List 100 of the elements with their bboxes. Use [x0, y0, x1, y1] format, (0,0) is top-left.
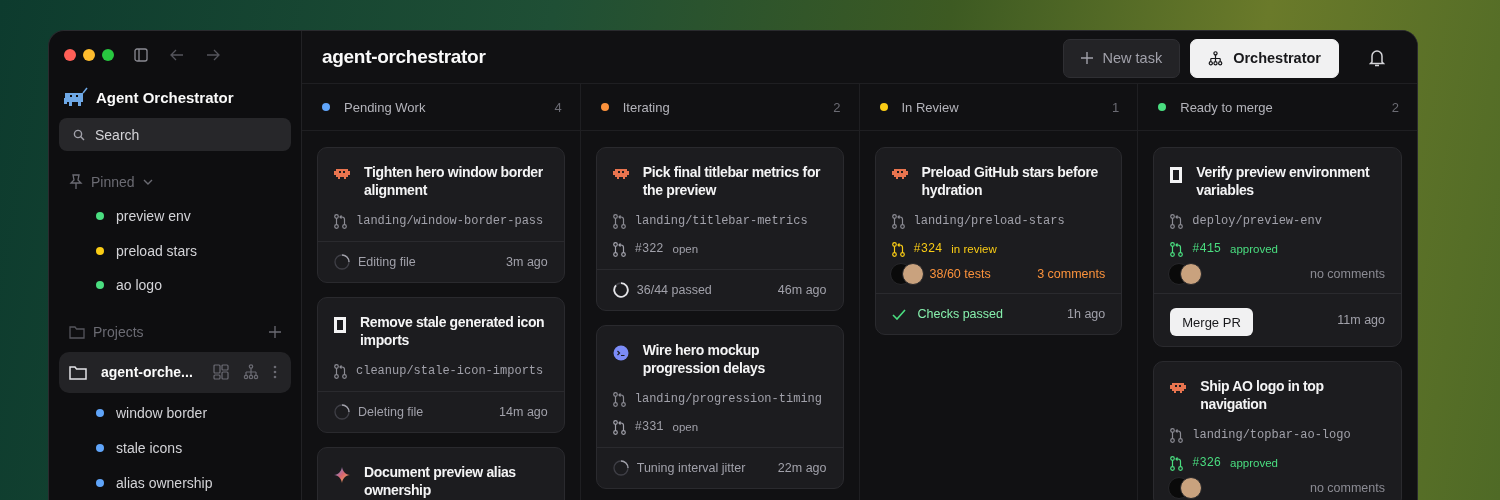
test-count: 38/60 tests	[929, 267, 991, 281]
robot-icon	[891, 167, 908, 179]
app-title: Agent Orchestrator	[96, 88, 234, 106]
activity-text: Editing file	[358, 255, 417, 269]
comment-count: no comments	[1309, 481, 1385, 495]
timestamp: 1h ago	[1067, 307, 1106, 321]
pull-request-status[interactable]: #415 approved	[1170, 241, 1385, 257]
task-card[interactable]: Verify preview environment variables deploy/preview-env #415 approved no comments Merge PR 11m ago	[1153, 147, 1402, 347]
task-title: Verify preview environment variables	[1196, 164, 1371, 199]
project-item[interactable]: agent-orche...	[59, 351, 291, 394]
task-title: Pick final titlebar metrics for the preview	[642, 164, 822, 199]
new-task-button[interactable]: New task	[1062, 38, 1181, 78]
window-controls-drawing[interactable]	[64, 49, 116, 61]
task-card[interactable]: Wire hero mockup progression delays landing/progression-timing #331 open Tuning interval jitter 22m ago	[595, 325, 844, 489]
task-card[interactable]: Preload GitHub stars before hydration landing/preload-stars #324 in review 38/60 tests 3 comments Checks passed 1h ago	[874, 147, 1123, 335]
branch-name: landing/titlebar-metrics	[634, 214, 808, 228]
hierarchy-icon	[1208, 50, 1224, 66]
session-item[interactable]: window border	[59, 396, 291, 431]
projects-heading: Projects	[93, 323, 145, 340]
task-title: Ship AO logo in top navigation	[1200, 378, 1325, 413]
task-card[interactable]: Document preview alias ownership	[317, 447, 565, 500]
robot-icon	[612, 167, 629, 179]
checks-status: Checks passed	[917, 307, 1004, 321]
branch-icon	[334, 363, 347, 379]
robot-icon	[1170, 381, 1187, 393]
task-title: Remove stale generated icon imports	[360, 314, 546, 349]
task-card[interactable]: Remove stale generated icon imports cleanup/stale-icon-imports Deleting file 14m ago	[317, 297, 565, 433]
branch-name: landing/topbar-ao-logo	[1192, 428, 1351, 442]
timestamp: 3m ago	[506, 255, 548, 269]
orchestrator-button[interactable]: Orchestrator	[1190, 38, 1339, 78]
branch-icon	[1170, 427, 1184, 443]
add-icon[interactable]	[269, 325, 281, 338]
branch-icon	[612, 391, 626, 407]
board-icon[interactable]	[213, 364, 229, 381]
branch-name: cleanup/stale-icon-imports	[356, 364, 544, 378]
bell-icon[interactable]	[1369, 49, 1385, 67]
session-item[interactable]: alias ownership	[59, 465, 291, 500]
test-progress-text: 36/44 passed	[636, 283, 713, 297]
page-title: agent-orchestrator	[322, 46, 486, 68]
merge-button[interactable]: Merge PR	[1170, 308, 1253, 336]
pin-icon	[69, 173, 83, 190]
column-count: 2	[833, 99, 841, 115]
sidebar-toggle-icon[interactable]	[134, 48, 148, 62]
task-card[interactable]: Tighten hero window border alignment landing/window-border-pass Editing file 3m ago	[317, 147, 565, 283]
square-icon	[334, 317, 346, 333]
branch-icon	[891, 213, 905, 229]
pull-request-status[interactable]: #322 open	[612, 241, 827, 257]
folder-icon	[69, 324, 85, 339]
task-card[interactable]: Ship AO logo in top navigation landing/topbar-ao-logo #326 approved no comments	[1153, 361, 1402, 500]
pull-request-icon	[612, 241, 626, 257]
task-title: Document preview alias ownership	[364, 464, 517, 499]
back-arrow-icon[interactable]	[170, 49, 184, 61]
activity-text: Tuning interval jitter	[636, 461, 747, 475]
avatar-stack-drawing	[1168, 263, 1203, 285]
pinned-item[interactable]: preview env	[59, 198, 291, 234]
plus-icon	[1080, 52, 1093, 64]
column-count: 4	[554, 99, 562, 115]
pull-request-status[interactable]: #324 in review	[891, 241, 1106, 257]
branch-name: deploy/preview-env	[1192, 214, 1322, 228]
check-icon	[891, 308, 906, 320]
sparkle-icon	[334, 467, 350, 483]
progress-ring-icon	[612, 282, 629, 298]
robot-icon	[334, 167, 350, 179]
comment-count: no comments	[1309, 267, 1385, 281]
branch-name: landing/preload-stars	[913, 214, 1065, 228]
column-title: Ready to merge	[1180, 99, 1274, 115]
pull-request-status[interactable]: #326 approved	[1170, 455, 1385, 471]
avatar-stack-drawing	[889, 263, 924, 285]
spinner-icon	[334, 404, 350, 420]
search-field[interactable]: Search	[59, 118, 291, 151]
timestamp: 14m ago	[499, 405, 548, 419]
task-title: Preload GitHub stars before hydration	[921, 164, 1099, 199]
branch-name: landing/progression-timing	[634, 392, 822, 406]
square-icon	[1170, 167, 1183, 183]
branch-icon	[334, 213, 347, 229]
pinned-item[interactable]: preload stars	[59, 233, 291, 269]
spinner-icon	[334, 254, 350, 270]
forward-arrow-icon[interactable]	[206, 49, 220, 61]
branch-name: landing/window-border-pass	[356, 214, 544, 228]
timestamp: 11m ago	[1337, 313, 1385, 327]
more-icon[interactable]	[273, 365, 277, 380]
column-count: 2	[1391, 99, 1399, 115]
hierarchy-icon[interactable]	[243, 364, 259, 381]
task-title: Wire hero mockup progression delays	[642, 342, 766, 377]
timestamp: 46m ago	[777, 283, 827, 297]
robot-logo-icon	[62, 87, 88, 107]
column-title: Iterating	[622, 99, 671, 115]
timestamp: 22m ago	[777, 461, 827, 475]
activity-text: Deleting file	[358, 405, 425, 419]
pinned-section-toggle[interactable]: Pinned	[91, 173, 153, 190]
pull-request-icon	[1170, 455, 1184, 471]
session-item[interactable]: stale icons	[59, 430, 291, 466]
column-count: 1	[1112, 99, 1120, 115]
column-title: In Review	[901, 99, 960, 115]
task-card[interactable]: Pick final titlebar metrics for the preview landing/titlebar-metrics #322 open 36/44 passed 46m ago	[595, 147, 844, 311]
avatar-stack-drawing	[1168, 477, 1203, 499]
branch-icon	[612, 213, 626, 229]
spinner-icon	[612, 460, 629, 476]
pull-request-status[interactable]: #331 open	[612, 419, 827, 435]
pinned-item[interactable]: ao logo	[59, 268, 291, 303]
